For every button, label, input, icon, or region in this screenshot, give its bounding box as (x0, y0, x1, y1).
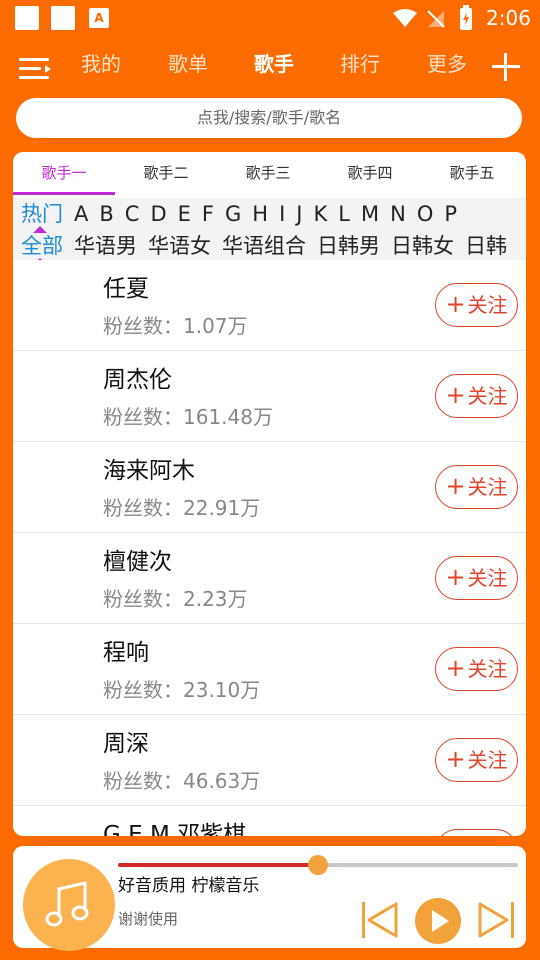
letter-filter[interactable]: C (125, 201, 140, 227)
tab-singers[interactable]: 歌手 (254, 50, 294, 78)
singer-row[interactable]: 海来阿木粉丝数：22.91万 + 关注 (13, 442, 526, 533)
filter-bar: 热门 A B C D E F G H I J K L M N O P 全部 华语男 华语女 华语组合 日韩男 日韩女 日韩 (13, 198, 526, 260)
subtab-singer-2[interactable]: 歌手二 (115, 162, 217, 184)
app-notification-icon: A (89, 8, 109, 28)
wifi-icon (393, 9, 417, 27)
singer-name: 任夏 (103, 276, 149, 302)
follow-button[interactable]: +关注 (435, 556, 518, 600)
previous-icon[interactable] (359, 900, 399, 940)
category-filter[interactable]: 华语女 (148, 233, 211, 259)
album-art[interactable] (23, 859, 115, 951)
letter-filter[interactable]: D (150, 201, 166, 227)
progress-thumb[interactable] (308, 855, 328, 875)
search-input[interactable]: 点我/搜索/歌手/歌名 (16, 98, 522, 138)
menu-icon[interactable] (19, 58, 51, 82)
sub-tab-bar: 歌手一 歌手二 歌手三 歌手四 歌手五 (13, 152, 526, 196)
singer-row[interactable]: 程响粉丝数：23.10万 + 关注 (13, 624, 526, 715)
letter-filter[interactable]: I (279, 201, 285, 227)
singer-name: 檀健次 (103, 549, 172, 575)
fan-count: 粉丝数：22.91万 (103, 496, 261, 520)
follow-button[interactable]: +关注 (435, 374, 518, 418)
add-icon[interactable] (491, 52, 521, 82)
singer-panel: 歌手一 歌手二 歌手三 歌手四 歌手五 热门 A B C D E F G H I J K L M N O P 全… (13, 152, 526, 836)
plus-icon: + (445, 563, 466, 591)
next-icon[interactable] (477, 900, 517, 940)
tab-rankings[interactable]: 排行 (340, 50, 380, 78)
singer-row[interactable]: 任夏粉丝数：1.07万 + 关注 (13, 260, 526, 351)
subtab-singer-4[interactable]: 歌手四 (319, 162, 421, 184)
status-bar: A 2:06 (0, 0, 540, 36)
singer-list: 任夏 粉丝数：1.07万 + 关注 周杰伦 粉丝数：161.48万 + 关注 海来阿木 粉丝数：2… (13, 260, 526, 836)
follow-button[interactable]: +关注 (435, 647, 518, 691)
letter-filter[interactable]: P (444, 201, 457, 227)
progress-bar[interactable] (118, 855, 518, 875)
top-nav: 我的 歌单 歌手 排行 更多 (0, 36, 540, 98)
singer-name: 周深 (103, 731, 149, 757)
player-bar: 好音质用 柠檬音乐 谢谢使用 (13, 846, 526, 951)
letter-filter[interactable]: O (417, 201, 434, 227)
notification-icon (51, 6, 75, 30)
fan-count: 粉丝数：2.23万 (103, 587, 248, 611)
song-subtitle: 谢谢使用 (118, 910, 179, 928)
letter-filter[interactable]: M (361, 201, 379, 227)
subtab-singer-3[interactable]: 歌手三 (217, 162, 319, 184)
singer-row[interactable]: 周杰伦粉丝数：161.48万 + 关注 (13, 351, 526, 442)
category-filter[interactable]: 日韩 (465, 233, 507, 259)
letter-filter[interactable]: K (314, 201, 328, 227)
category-filter[interactable]: 日韩女 (391, 233, 454, 259)
fan-count: 粉丝数：1.07万 (103, 314, 248, 338)
singer-name: 海来阿木 (103, 458, 195, 484)
follow-button[interactable]: +关注 (435, 829, 518, 836)
subtab-singer-5[interactable]: 歌手五 (421, 162, 523, 184)
battery-icon (460, 5, 472, 30)
category-filter[interactable]: 华语组合 (222, 233, 306, 259)
category-filter[interactable]: 全部 (21, 233, 63, 260)
singer-row[interactable]: 檀健次粉丝数：2.23万 + 关注 (13, 533, 526, 624)
no-signal-icon (427, 10, 445, 28)
progress-fill (118, 863, 318, 867)
category-filter[interactable]: 华语男 (74, 233, 137, 259)
letter-filter[interactable]: G (225, 201, 241, 227)
music-note-icon (45, 881, 89, 927)
plus-icon: + (445, 654, 466, 682)
singer-name: 周杰伦 (103, 367, 172, 393)
singer-row[interactable]: G.E.M.邓紫棋 +关注 (13, 806, 526, 836)
category-filter[interactable]: 日韩男 (317, 233, 380, 259)
follow-button[interactable]: +关注 (435, 738, 518, 782)
tab-playlists[interactable]: 歌单 (168, 50, 208, 78)
plus-icon: + (445, 290, 466, 318)
letter-filter[interactable]: B (99, 201, 113, 227)
play-icon[interactable] (413, 896, 463, 946)
singer-name: 程响 (103, 640, 149, 666)
clock: 2:06 (486, 6, 531, 30)
letter-filter[interactable]: H (252, 201, 268, 227)
tab-mine[interactable]: 我的 (81, 50, 121, 78)
song-title: 好音质用 柠檬音乐 (118, 876, 260, 896)
letter-filter[interactable]: L (338, 201, 350, 227)
letter-filter-row: 热门 A B C D E F G H I J K L M N O P (21, 201, 468, 233)
plus-icon: + (445, 472, 466, 500)
follow-button[interactable]: +关注 (435, 283, 518, 327)
notification-icon (15, 6, 39, 30)
active-tab-indicator (13, 192, 115, 195)
plus-icon: + (445, 381, 466, 409)
letter-filter[interactable]: 热门 (21, 201, 63, 233)
fan-count: 粉丝数：46.63万 (103, 769, 261, 793)
subtab-singer-1[interactable]: 歌手一 (13, 162, 115, 184)
fan-count: 粉丝数：161.48万 (103, 405, 273, 429)
letter-filter[interactable]: J (296, 201, 302, 227)
letter-filter[interactable]: A (74, 201, 88, 227)
category-filter-row: 全部 华语男 华语女 华语组合 日韩男 日韩女 日韩 (21, 233, 518, 260)
letter-filter[interactable]: E (178, 201, 191, 227)
plus-icon: + (445, 745, 466, 773)
letter-filter[interactable]: N (390, 201, 406, 227)
fan-count: 粉丝数：23.10万 (103, 678, 261, 702)
follow-button[interactable]: +关注 (435, 465, 518, 509)
letter-filter[interactable]: F (202, 201, 214, 227)
tab-more[interactable]: 更多 (427, 50, 467, 78)
singer-row[interactable]: 周深粉丝数：46.63万 + 关注 (13, 715, 526, 806)
singer-name: G.E.M.邓紫棋 (103, 822, 247, 836)
